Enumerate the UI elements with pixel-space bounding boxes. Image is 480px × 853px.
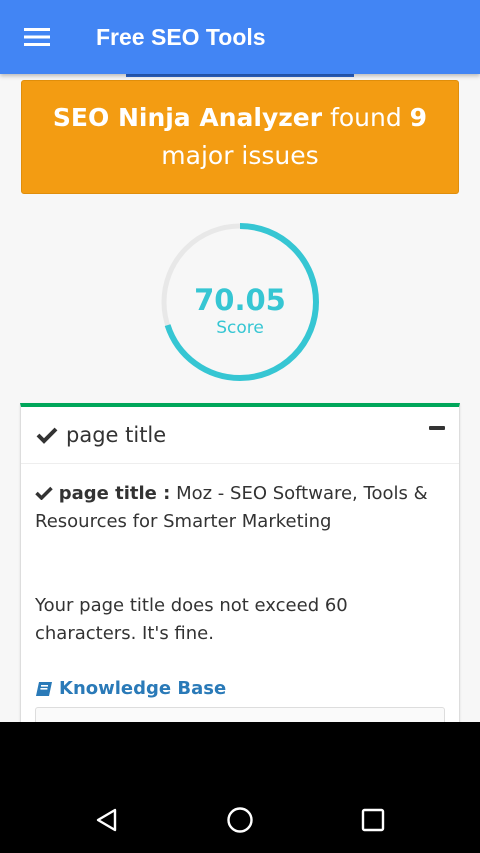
recents-button[interactable] xyxy=(351,798,395,842)
home-circle-icon xyxy=(227,807,253,833)
main-content[interactable]: SEO Ninja Analyzer found 9 major issues … xyxy=(0,74,480,722)
app-bar: Free SEO Tools xyxy=(0,0,480,74)
menu-button[interactable] xyxy=(0,0,74,74)
knowledge-base-label: Knowledge Base xyxy=(59,678,227,699)
hamburger-menu-icon xyxy=(24,28,50,46)
knowledge-base-link[interactable]: Knowledge Base xyxy=(35,675,445,703)
check-icon xyxy=(35,486,53,501)
home-button[interactable] xyxy=(218,798,262,842)
check-icon xyxy=(36,427,58,444)
detail-label: page title : xyxy=(58,483,171,504)
title-description: Your page title does not exceed 60 chara… xyxy=(35,595,348,644)
panel-header[interactable]: page title xyxy=(21,407,459,464)
score-label: Score xyxy=(216,318,264,338)
back-triangle-icon xyxy=(96,808,117,832)
book-icon xyxy=(36,682,52,696)
page-title-panel: page title page title : Moz - SEO Softwa… xyxy=(20,403,460,722)
panel-title: page title xyxy=(66,423,167,447)
score-gauge: 70.05 Score xyxy=(159,221,321,383)
panel-body: page title : Moz - SEO Software, Tools &… xyxy=(21,464,459,722)
issues-text: major issues xyxy=(161,141,319,170)
back-button[interactable] xyxy=(85,798,129,842)
title-detail: page title : Moz - SEO Software, Tools &… xyxy=(35,480,445,536)
recents-square-icon xyxy=(361,808,385,832)
tool-name: SEO Ninja Analyzer xyxy=(52,103,323,132)
issue-count: 9 xyxy=(409,103,428,132)
issues-banner: SEO Ninja Analyzer found 9 major issues xyxy=(21,80,459,194)
app-title: Free SEO Tools xyxy=(96,23,266,50)
found-text: found xyxy=(330,103,402,132)
score-value: 70.05 xyxy=(194,283,286,317)
collapse-minus-icon[interactable] xyxy=(429,426,445,430)
tab-indicator xyxy=(126,74,354,77)
knowledge-base-box xyxy=(35,707,445,722)
